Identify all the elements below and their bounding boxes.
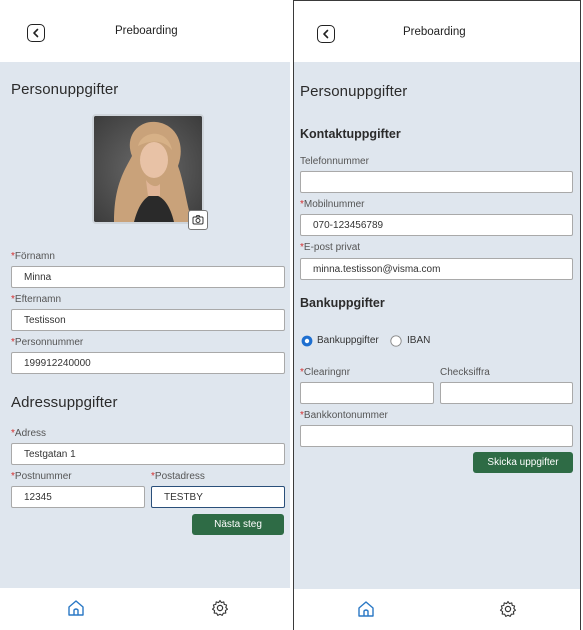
- radio-iban[interactable]: [390, 335, 402, 347]
- city-label: *Postadress: [151, 471, 205, 482]
- mobile-field[interactable]: 070-123456789: [300, 214, 573, 236]
- next-step-button[interactable]: Nästa steg: [192, 514, 284, 535]
- screen-personal-info: Preboarding Personuppgifter *Förnamn Min…: [0, 0, 290, 630]
- section-title-bank: Bankuppgifter: [300, 296, 385, 310]
- radio-iban-label[interactable]: IBAN: [407, 335, 430, 346]
- first-name-field[interactable]: Minna: [11, 266, 285, 288]
- chevron-left-icon: [33, 28, 39, 38]
- section-title-contact: Kontaktuppgifter: [300, 127, 401, 141]
- header-title: Preboarding: [115, 25, 178, 37]
- radio-bankuppgifter-label[interactable]: Bankuppgifter: [317, 335, 379, 346]
- bottom-nav: [294, 589, 580, 630]
- personal-number-label: *Personnummer: [11, 337, 84, 348]
- clearing-field[interactable]: [300, 382, 434, 404]
- personal-number-field[interactable]: 199912240000: [11, 352, 285, 374]
- clearing-label: *Clearingnr: [300, 367, 351, 378]
- email-label: *E-post privat: [300, 242, 361, 253]
- phone-field[interactable]: [300, 171, 573, 193]
- form-body: [294, 62, 580, 589]
- app-header: Preboarding: [294, 1, 580, 63]
- home-icon[interactable]: [66, 598, 86, 618]
- section-title-personal-right: Personuppgifter: [300, 83, 408, 100]
- app-header: Preboarding: [0, 0, 290, 62]
- back-button[interactable]: [27, 24, 45, 42]
- postal-code-label: *Postnummer: [11, 471, 72, 482]
- account-number-label: *Bankkontonummer: [300, 410, 388, 421]
- change-photo-button[interactable]: [188, 210, 208, 230]
- account-number-field[interactable]: [300, 425, 573, 447]
- home-icon[interactable]: [356, 599, 376, 619]
- last-name-label: *Efternamn: [11, 294, 62, 305]
- address-label: *Adress: [11, 428, 47, 439]
- section-title-address: Adressuppgifter: [11, 394, 118, 411]
- phone-label: Telefonnummer: [300, 156, 369, 167]
- check-digit-field[interactable]: [440, 382, 573, 404]
- first-name-label: *Förnamn: [11, 251, 55, 262]
- bottom-nav: [0, 588, 290, 630]
- back-button[interactable]: [317, 25, 335, 43]
- last-name-field[interactable]: Testisson: [11, 309, 285, 331]
- postal-code-field[interactable]: 12345: [11, 486, 145, 508]
- header-title: Preboarding: [403, 26, 466, 38]
- radio-bankuppgifter[interactable]: [301, 335, 313, 347]
- address-field[interactable]: Testgatan 1: [11, 443, 285, 465]
- camera-icon: [192, 215, 204, 225]
- gear-icon[interactable]: [498, 599, 518, 619]
- email-field[interactable]: minna.testisson@visma.com: [300, 258, 573, 280]
- chevron-left-icon: [323, 29, 329, 39]
- mobile-label: *Mobilnummer: [300, 199, 365, 210]
- section-title-personal: Personuppgifter: [11, 81, 119, 98]
- submit-button[interactable]: Skicka uppgifter: [473, 452, 573, 473]
- gear-icon[interactable]: [210, 598, 230, 618]
- profile-photo: [92, 114, 204, 224]
- check-digit-label: Checksiffra: [440, 367, 490, 378]
- city-field[interactable]: TESTBY: [151, 486, 285, 508]
